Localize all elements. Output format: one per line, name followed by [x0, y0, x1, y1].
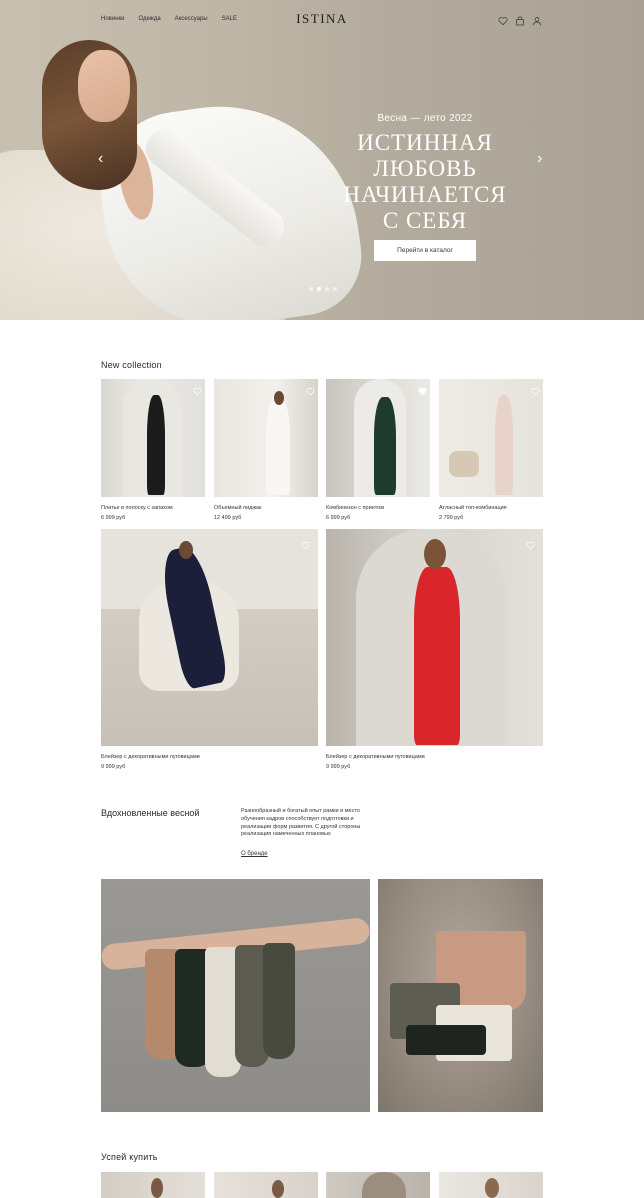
product-photo[interactable] [101, 1172, 205, 1198]
hero-title-line: ИСТИННАЯ [357, 130, 493, 155]
nav-item-sale[interactable]: SALE [222, 16, 237, 22]
lifestyle-photo-tops-flatlay [378, 879, 543, 1112]
product-card[interactable]: Платье в полоску с запахом 6 999 руб [101, 379, 205, 524]
product-photo[interactable] [326, 529, 543, 746]
new-collection-title: New collection [101, 360, 162, 370]
product-photo[interactable] [101, 529, 318, 746]
slider-dot-active[interactable] [317, 287, 321, 291]
about-heading: Вдохновленные весной [101, 808, 200, 818]
lifestyle-photo-tops-on-arm [101, 879, 370, 1112]
product-name[interactable]: Блейзер с декоративными пуговицами [326, 754, 425, 760]
heart-icon[interactable] [193, 383, 202, 396]
product-name[interactable]: Комбинезон с принтом [326, 505, 384, 511]
hero-banner: ‹ › Весна — лето 2022 ИСТИННАЯ ЛЮБОВЬ НА… [0, 0, 644, 320]
hero-title-line: С СЕБЯ [382, 208, 468, 233]
product-name[interactable]: Платье в полоску с запахом [101, 505, 173, 511]
slider-dot[interactable] [325, 287, 329, 291]
product-price: 9 999 руб [101, 764, 126, 770]
header-icons [498, 13, 542, 26]
chevron-right-icon[interactable]: › [537, 150, 542, 168]
product-card[interactable]: Объемный пиджак 12 499 руб [214, 379, 318, 524]
product-price: 2 799 руб [439, 515, 464, 521]
product-photo[interactable] [439, 379, 543, 497]
product-card[interactable]: Атласный топ-комбинация 2 799 руб [439, 379, 543, 524]
product-card[interactable]: Блейзер с декоративными пуговицами 9 999… [101, 529, 318, 774]
nav-item-clothes[interactable]: Одежда [139, 16, 161, 22]
bag-icon[interactable] [515, 13, 525, 26]
heart-icon[interactable] [306, 383, 315, 396]
product-photo[interactable] [439, 1172, 543, 1198]
product-card[interactable]: Блейзер с декоративными пуговицами 9 999… [326, 529, 543, 774]
hero-title-line: НАЧИНАЕТСЯ [343, 182, 507, 207]
product-photo[interactable] [214, 1172, 318, 1198]
slider-dot[interactable] [309, 287, 313, 291]
heart-icon[interactable] [531, 383, 540, 396]
product-price: 9 999 руб [326, 764, 351, 770]
hero-title: ИСТИННАЯ ЛЮБОВЬ НАЧИНАЕТСЯ С СЕБЯ [330, 130, 520, 234]
nav-item-accessories[interactable]: Аксессуары [175, 16, 208, 22]
product-price: 6 999 руб [101, 515, 126, 521]
hero-model-face [78, 50, 130, 122]
about-text: Разнообразный и богатый опыт рамки и мес… [241, 808, 361, 838]
slider-dots [309, 287, 337, 291]
product-name[interactable]: Атласный топ-комбинация [439, 505, 507, 511]
slider-dot[interactable] [333, 287, 337, 291]
catalog-button[interactable]: Перейти в каталог [374, 240, 476, 261]
chevron-left-icon[interactable]: ‹ [98, 150, 103, 168]
product-photo[interactable] [214, 379, 318, 497]
heart-icon[interactable] [301, 537, 310, 550]
hero-title-line: ЛЮБОВЬ [373, 156, 477, 181]
hero-season: Весна — лето 2022 [377, 113, 473, 124]
product-photo[interactable] [326, 1172, 430, 1198]
product-name[interactable]: Объемный пиджак [214, 505, 262, 511]
main-nav: Новинки Одежда Аксессуары SALE [101, 16, 237, 22]
heart-icon[interactable] [526, 537, 535, 550]
product-price: 12 499 руб [214, 515, 242, 521]
product-photo[interactable] [101, 379, 205, 497]
about-brand-link[interactable]: О бренде [241, 851, 268, 857]
product-name[interactable]: Блейзер с декоративными пуговицами [101, 754, 200, 760]
brand-logo[interactable]: ISTINA [270, 11, 374, 27]
product-card[interactable]: Комбинезон с принтом 6 999 руб [326, 379, 430, 524]
nav-item-new[interactable]: Новинки [101, 16, 125, 22]
hurry-title: Успей купить [101, 1152, 158, 1162]
heart-icon[interactable] [498, 13, 508, 26]
product-price: 6 999 руб [326, 515, 351, 521]
heart-icon-filled[interactable] [418, 383, 427, 396]
user-icon[interactable] [532, 13, 542, 26]
product-photo[interactable] [326, 379, 430, 497]
